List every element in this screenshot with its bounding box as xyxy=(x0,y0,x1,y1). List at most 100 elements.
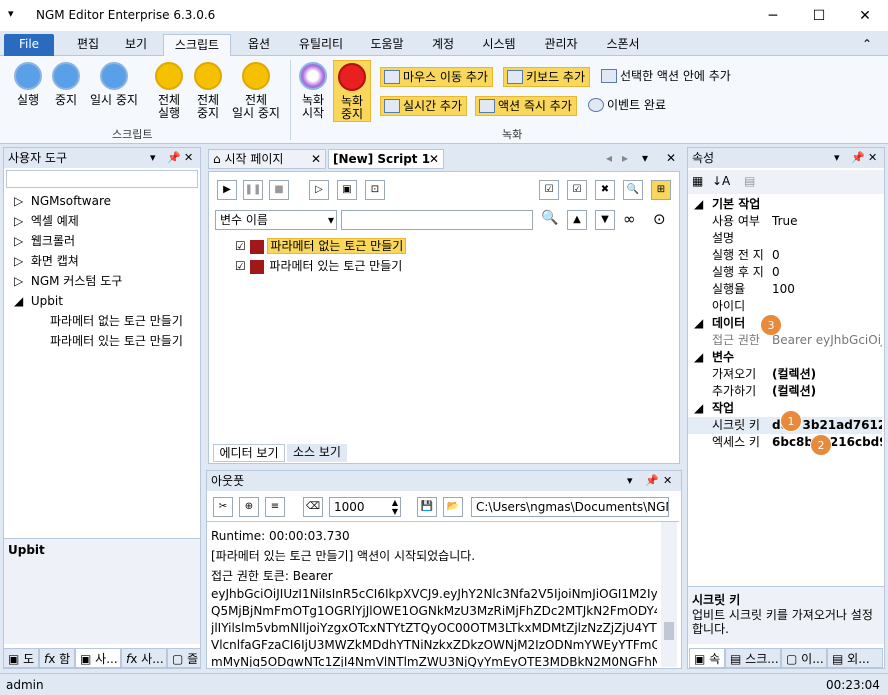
eraser-button[interactable]: ⌫ xyxy=(303,497,323,517)
tree-item-upbit[interactable]: ◢ Upbit xyxy=(14,292,63,310)
clear-output-button[interactable]: ✂ xyxy=(213,497,233,517)
maximize-button[interactable]: ☐ xyxy=(796,4,842,28)
tab-start-page[interactable]: ⌂ 시작 페이지 ✕ xyxy=(208,149,326,169)
menu-options[interactable]: 옵션 xyxy=(236,34,282,56)
property-pages-icon[interactable]: ▤ xyxy=(744,174,755,188)
search-button[interactable]: 🔍 xyxy=(623,180,643,200)
add-keyboard-button[interactable]: 키보드 추가 xyxy=(503,67,591,87)
event-complete-button[interactable]: 이벤트 완료 xyxy=(585,96,670,116)
collapse-icon[interactable]: ◢ xyxy=(694,196,703,213)
property-row[interactable]: 접근 권한 Bearer eyJhbGciOiJ xyxy=(688,332,882,349)
tab-left-favorites[interactable]: ▢ 즐 xyxy=(167,648,201,668)
property-row[interactable]: 실행 전 지0 xyxy=(688,247,882,264)
menu-file[interactable]: File xyxy=(4,34,54,56)
record-start-button[interactable]: 녹화 시작 xyxy=(296,62,330,120)
script-item-token-no-param[interactable]: ☑ 파라메터 없는 토근 만들기 xyxy=(235,238,407,256)
pin-icon[interactable]: 📌 xyxy=(851,148,865,168)
collapse-icon[interactable]: ◢ xyxy=(694,400,703,417)
collapse-icon[interactable]: ◢ xyxy=(694,349,703,366)
tree-item-token-with-param[interactable]: 파라메터 있는 토근 만들기 xyxy=(50,332,183,350)
output-path-input[interactable]: C:\Users\ngmas\Documents\NGM6\ xyxy=(471,497,669,517)
sort-alpha-icon[interactable]: ↓A xyxy=(712,174,730,188)
interval-stepper[interactable]: 1000 ▲ ▼ xyxy=(329,497,401,517)
pin-icon[interactable]: 📌 xyxy=(167,148,181,168)
menu-utility[interactable]: 유틸리티 xyxy=(288,34,354,56)
panel-close-icon[interactable]: ✕ xyxy=(868,148,877,168)
tree-item-excel[interactable]: ▷ 엑셀 예제 xyxy=(14,212,79,230)
step-into-button[interactable]: ▣ xyxy=(337,180,357,200)
delete-button[interactable]: ✖ xyxy=(595,180,615,200)
menu-sponsor[interactable]: 스폰서 xyxy=(596,34,650,56)
menu-admin[interactable]: 관리자 xyxy=(532,34,590,56)
add-action-immediately-button[interactable]: 액션 즉시 추가 xyxy=(475,96,577,116)
list-view-button[interactable]: ≡ xyxy=(265,497,285,517)
tab-left-user[interactable]: ▣ 사... xyxy=(75,648,121,668)
menu-help[interactable]: 도움말 xyxy=(360,34,414,56)
add-in-selected-action-button[interactable]: 선택한 액션 안에 추가 xyxy=(598,67,735,87)
checkbox-icon[interactable]: ☑ xyxy=(235,259,246,273)
run-button[interactable]: 실행 xyxy=(8,62,48,107)
menu-edit[interactable]: 편집 xyxy=(66,34,110,56)
property-category[interactable]: ◢ 기본 작업 xyxy=(688,196,882,213)
tab-image[interactable]: ▢ 이... xyxy=(781,648,827,668)
open-folder-button[interactable]: 📂 xyxy=(443,497,463,517)
tree-item-custom-tools[interactable]: ▷ NGM 커스텀 도구 xyxy=(14,272,122,290)
pin-icon[interactable]: 📌 xyxy=(645,471,659,491)
pause-script-button[interactable]: ❚❚ xyxy=(243,180,263,200)
search-icon[interactable]: 🔍 xyxy=(541,210,558,226)
move-up-button[interactable]: ▲ xyxy=(567,210,587,230)
panel-close-icon[interactable]: ✕ xyxy=(184,148,193,168)
property-row[interactable]: 가져오기 (컬렉션) xyxy=(688,366,882,383)
tab-scroll-right-icon[interactable]: ▸ xyxy=(622,151,628,165)
menu-view[interactable]: 보기 xyxy=(114,34,158,56)
output-scrollbar[interactable] xyxy=(661,522,677,667)
tree-view-button[interactable]: ⊞ xyxy=(651,180,671,200)
variable-value-input[interactable] xyxy=(341,210,533,230)
categorized-icon[interactable]: ▦ xyxy=(692,174,703,188)
tree-item-webcrawler[interactable]: ▷ 웹크롤러 xyxy=(14,232,75,250)
tab-list-icon[interactable]: ▾ xyxy=(642,151,648,165)
tree-item-ngmsoftware[interactable]: ▷ NGMsoftware xyxy=(14,192,111,210)
tab-left-1[interactable]: ▣ 도 xyxy=(3,648,39,668)
record-stop-button[interactable]: 녹화 중지 xyxy=(333,60,371,122)
run-all-button[interactable]: 전체 실행 xyxy=(150,62,188,120)
variable-select[interactable]: 변수 이름 ▾ xyxy=(215,210,337,230)
tab-script-1[interactable]: [New] Script 1 ✕ xyxy=(328,149,444,169)
tool-search-input[interactable] xyxy=(6,170,198,188)
panel-menu-icon[interactable]: ▾ xyxy=(627,471,633,491)
tab-script[interactable]: ▤ 스크... xyxy=(725,648,781,668)
property-row[interactable]: 엑세스 키6bc8b5b216cbd9 xyxy=(688,434,882,451)
property-category[interactable]: ◢ 변수 xyxy=(688,349,882,366)
add-realtime-button[interactable]: 실시간 추가 xyxy=(380,96,468,116)
quick-access-icon[interactable]: ▾ xyxy=(8,7,14,20)
property-row[interactable]: 설명 xyxy=(688,230,882,247)
panel-menu-icon[interactable]: ▾ xyxy=(834,148,840,168)
tab-properties[interactable]: ▣ 속 xyxy=(689,648,725,668)
tab-left-function[interactable]: fx 함 xyxy=(39,648,75,668)
tab-source-view[interactable]: 소스 보기 xyxy=(287,444,347,462)
step-over-button[interactable]: ⊡ xyxy=(365,180,385,200)
panel-close-icon[interactable]: ✕ xyxy=(663,471,672,491)
tab-left-user-fx[interactable]: fx 사... xyxy=(121,648,167,668)
stop-script-button[interactable]: ■ xyxy=(269,180,289,200)
tab-api[interactable]: ▤ 외... xyxy=(827,648,883,668)
tab-close-icon[interactable]: ✕ xyxy=(311,150,321,168)
tab-close-icon[interactable]: ✕ xyxy=(429,150,439,168)
stop-button[interactable]: 중지 xyxy=(48,62,84,107)
property-row[interactable]: 아이디 xyxy=(688,298,882,315)
tab-editor-view[interactable]: 에디터 보기 xyxy=(213,444,285,462)
tree-item-screen-capture[interactable]: ▷ 화면 캡쳐 xyxy=(14,252,79,270)
close-button[interactable]: ✕ xyxy=(842,4,888,28)
run-script-button[interactable]: ▶ xyxy=(217,180,237,200)
pause-all-button[interactable]: 전체 일시 중지 xyxy=(228,62,284,120)
step-button[interactable]: ▷ xyxy=(309,180,329,200)
stepper-arrows-icon[interactable]: ▲ ▼ xyxy=(392,498,398,516)
more-icon[interactable]: ⊙ xyxy=(653,210,666,228)
property-category[interactable]: ◢ 데이터 xyxy=(688,315,882,332)
property-row[interactable]: 실행 후 지0 xyxy=(688,264,882,281)
check-all-button[interactable]: ☑ xyxy=(539,180,559,200)
checkbox-icon[interactable]: ☑ xyxy=(235,239,246,253)
menu-system[interactable]: 시스템 xyxy=(472,34,526,56)
move-down-button[interactable]: ▼ xyxy=(595,210,615,230)
script-item-token-with-param[interactable]: ☑ 파라메터 있는 토근 만들기 xyxy=(235,258,404,276)
